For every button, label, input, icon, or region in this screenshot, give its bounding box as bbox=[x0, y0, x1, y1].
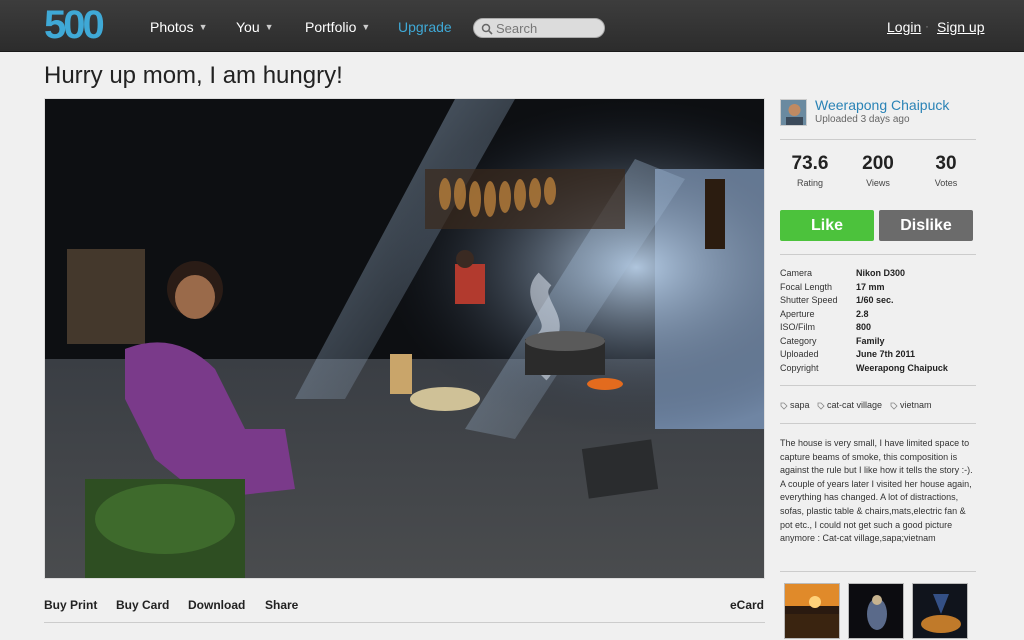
meta-key: ISO/Film bbox=[780, 322, 815, 332]
auth-separator: · bbox=[925, 19, 929, 33]
dislike-button[interactable]: Dislike bbox=[879, 210, 973, 241]
meta-value: Family bbox=[856, 336, 885, 346]
buy-card-link[interactable]: Buy Card bbox=[116, 598, 169, 612]
related-photo-thumbnail[interactable] bbox=[784, 583, 840, 639]
meta-row: Shutter Speed 1/60 sec. bbox=[780, 295, 976, 307]
tag-icon bbox=[817, 402, 825, 410]
tag-sapa[interactable]: sapa bbox=[780, 400, 810, 410]
upload-time: Uploaded 3 days ago bbox=[815, 114, 910, 125]
meta-key: Shutter Speed bbox=[780, 295, 838, 305]
author-name-link[interactable]: Weerapong Chaipuck bbox=[815, 97, 949, 113]
stat-rating: 73.6 Rating bbox=[780, 153, 840, 188]
meta-key: Aperture bbox=[780, 309, 815, 319]
thumbnail-image bbox=[849, 584, 903, 638]
divider bbox=[780, 385, 976, 386]
chevron-down-icon: ▼ bbox=[264, 22, 274, 32]
chevron-down-icon: ▼ bbox=[198, 22, 208, 32]
ecard-link[interactable]: eCard bbox=[730, 598, 764, 612]
tag-label: cat-cat village bbox=[827, 400, 883, 410]
search-box[interactable] bbox=[473, 18, 605, 38]
meta-value: Weerapong Chaipuck bbox=[856, 363, 948, 373]
meta-value: 17 mm bbox=[856, 282, 885, 292]
download-link[interactable]: Download bbox=[188, 598, 245, 612]
search-input[interactable] bbox=[496, 20, 600, 37]
meta-row: Camera Nikon D300 bbox=[780, 268, 976, 280]
avatar-image bbox=[781, 100, 806, 125]
photo-title: Hurry up mom, I am hungry! bbox=[44, 62, 343, 89]
thumbnail-image bbox=[785, 584, 839, 638]
like-button[interactable]: Like bbox=[780, 210, 874, 241]
nav-portfolio[interactable]: Portfolio ▼ bbox=[305, 19, 370, 35]
meta-value: 800 bbox=[856, 322, 872, 332]
avatar[interactable] bbox=[780, 99, 807, 126]
main-photo[interactable] bbox=[44, 98, 765, 579]
meta-row: ISO/Film 800 bbox=[780, 322, 976, 334]
nav-you-label: You bbox=[236, 19, 260, 35]
meta-row: Focal Length 17 mm bbox=[780, 282, 976, 294]
nav-photos[interactable]: Photos ▼ bbox=[150, 19, 208, 35]
rating-value: 73.6 bbox=[791, 153, 829, 174]
views-label: Views bbox=[866, 178, 890, 188]
nav-upgrade[interactable]: Upgrade bbox=[398, 19, 452, 35]
meta-row: Aperture 2.8 bbox=[780, 309, 976, 321]
tag-icon bbox=[890, 402, 898, 410]
photo-image bbox=[45, 99, 764, 578]
tag-label: vietnam bbox=[900, 400, 932, 410]
buy-print-link[interactable]: Buy Print bbox=[44, 598, 97, 612]
login-link[interactable]: Login bbox=[887, 19, 921, 35]
divider bbox=[780, 254, 976, 255]
chevron-down-icon: ▼ bbox=[361, 22, 371, 32]
nav-photos-label: Photos bbox=[150, 19, 194, 35]
share-link[interactable]: Share bbox=[265, 598, 298, 612]
related-photo-thumbnail[interactable] bbox=[912, 583, 968, 639]
nav-portfolio-label: Portfolio bbox=[305, 19, 357, 35]
thumbnail-image bbox=[913, 584, 967, 638]
500px-logo[interactable]: 500 bbox=[44, 3, 120, 47]
divider bbox=[44, 622, 765, 623]
meta-row: Category Family bbox=[780, 336, 976, 348]
signup-link[interactable]: Sign up bbox=[937, 19, 984, 35]
logo-text: 500 bbox=[44, 3, 105, 47]
meta-value: June 7th 2011 bbox=[856, 349, 916, 359]
top-navigation-bar: 500 Photos ▼ You ▼ Portfolio ▼ Upgrade Logi… bbox=[0, 0, 1024, 52]
tag-vietnam[interactable]: vietnam bbox=[890, 400, 932, 410]
photo-description: The house is very small, I have limited … bbox=[780, 438, 973, 544]
divider bbox=[780, 139, 976, 140]
tag-cat-cat-village[interactable]: cat-cat village bbox=[817, 400, 882, 410]
search-icon bbox=[481, 23, 493, 35]
divider bbox=[780, 571, 976, 572]
meta-key: Category bbox=[780, 336, 817, 346]
meta-value: 1/60 sec. bbox=[856, 295, 894, 305]
meta-value: Nikon D300 bbox=[856, 268, 906, 278]
rating-label: Rating bbox=[796, 178, 823, 188]
meta-value: 2.8 bbox=[856, 309, 869, 319]
tag-icon bbox=[780, 402, 788, 410]
divider bbox=[780, 423, 976, 424]
meta-row: Uploaded June 7th 2011 bbox=[780, 349, 976, 361]
meta-key: Focal Length bbox=[780, 282, 833, 292]
stat-views: 200 Views bbox=[848, 153, 908, 188]
meta-key: Uploaded bbox=[780, 349, 819, 359]
nav-you[interactable]: You ▼ bbox=[236, 19, 274, 35]
views-value: 200 bbox=[862, 153, 894, 174]
related-photo-thumbnail[interactable] bbox=[848, 583, 904, 639]
votes-value: 30 bbox=[935, 153, 957, 174]
stat-votes: 30 Votes bbox=[916, 153, 976, 188]
tag-label: sapa bbox=[790, 400, 810, 410]
meta-row: Copyright Weerapong Chaipuck bbox=[780, 363, 976, 375]
meta-key: Copyright bbox=[780, 363, 819, 373]
meta-key: Camera bbox=[780, 268, 813, 278]
votes-label: Votes bbox=[934, 178, 958, 188]
